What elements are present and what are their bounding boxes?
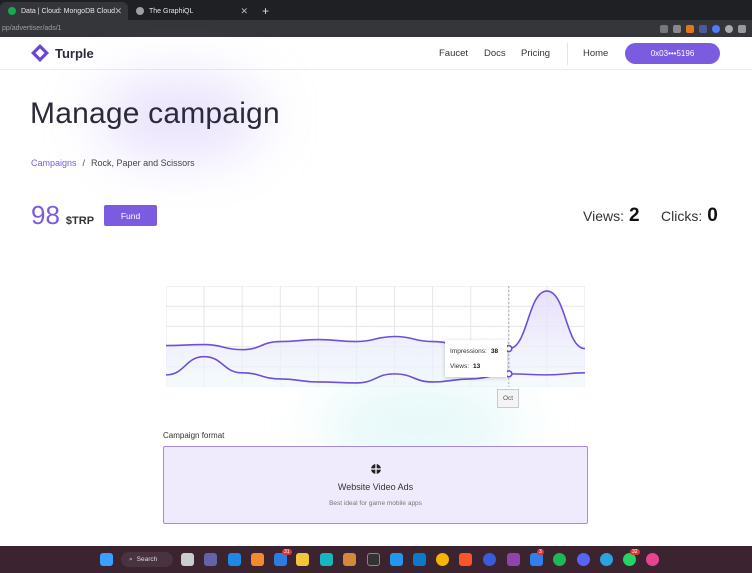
balance-value: 98 [31, 200, 60, 230]
nav-home[interactable]: Home [583, 48, 608, 59]
app-icon[interactable] [483, 553, 496, 566]
turple-logo-icon [31, 44, 49, 62]
wallet-button[interactable]: 0x03•••5196 [625, 43, 720, 64]
video-ad-icon [371, 464, 381, 474]
balance-currency: $TRP [65, 215, 95, 227]
site-header: Turple Faucet Docs Pricing Home 0x03•••5… [0, 37, 752, 70]
extension-icon[interactable] [712, 24, 720, 33]
windows-start-icon[interactable] [100, 553, 113, 566]
format-name: Website Video Ads [337, 482, 414, 492]
extension-icon[interactable] [699, 24, 707, 33]
star-icon[interactable] [673, 24, 681, 33]
vscode-icon[interactable] [413, 553, 426, 566]
docker-icon[interactable] [390, 553, 403, 566]
brave-icon[interactable] [459, 553, 472, 566]
slack-icon[interactable] [646, 553, 659, 566]
nav-docs[interactable]: Docs [484, 48, 506, 59]
store-icon[interactable] [228, 553, 241, 566]
search-icon: ⌕ [129, 555, 133, 563]
clicks-value: 0 [707, 205, 718, 226]
nav-faucet[interactable]: Faucet [439, 48, 468, 59]
x-axis-tooltip-label: Oct [497, 389, 519, 408]
terminal-icon[interactable] [367, 553, 380, 566]
metamask-icon[interactable] [686, 24, 694, 33]
whatsapp-badge: 32 [630, 549, 640, 555]
new-tab-button[interactable]: + [254, 2, 277, 20]
views-value: 2 [628, 205, 640, 226]
url-field[interactable]: pp/advertiser/ads/1 [0, 25, 660, 32]
tooltip-impressions-value: 38 [490, 348, 499, 355]
tab-title: The GraphiQL [149, 7, 194, 15]
breadcrumb: Campaigns / Rock, Paper and Scissors [31, 158, 195, 168]
format-description: Best ideal for game mobile apps [329, 500, 422, 507]
tooltip-impressions-label: Impressions: [450, 348, 487, 355]
mail-badge: 31 [282, 549, 292, 555]
browser-tab-bar: Data | Cloud: MongoDB Cloud ✕ The Graphi… [0, 0, 752, 20]
task-view-icon[interactable] [181, 553, 194, 566]
taskbar-search-label: Search [136, 556, 158, 563]
app-icon[interactable] [507, 553, 520, 566]
tab-title: Data | Cloud: MongoDB Cloud [21, 7, 116, 15]
brand-logo[interactable]: Turple [31, 44, 94, 62]
tooltip-views-value: 13 [473, 363, 481, 370]
breadcrumb-campaigns[interactable]: Campaigns [31, 158, 77, 168]
campaign-chart[interactable] [166, 286, 585, 387]
share-icon[interactable] [660, 24, 668, 33]
app-icon[interactable] [320, 553, 333, 566]
format-card-website-video[interactable]: Website Video Ads Best ideal for game mo… [163, 446, 588, 524]
mongodb-icon [8, 7, 16, 15]
telegram-icon[interactable] [600, 553, 613, 566]
views-label: Views: [583, 208, 624, 224]
campaign-format-label: Campaign format [163, 431, 225, 440]
close-tab-icon[interactable]: ✕ [240, 6, 248, 17]
taskbar-search[interactable]: ⌕ Search [121, 552, 173, 567]
todo-badge: 3 [537, 549, 544, 555]
chart-tooltip: Impressions: 38 Views: 13 [445, 340, 507, 377]
brand-name: Turple [55, 45, 94, 61]
browser-tab-graphiql[interactable]: The GraphiQL ✕ [128, 2, 254, 20]
nav-divider [567, 43, 568, 65]
address-bar: pp/advertiser/ads/1 [0, 20, 752, 37]
breadcrumb-current: Rock, Paper and Scissors [91, 158, 195, 168]
spotify-icon[interactable] [553, 553, 566, 566]
chrome-icon[interactable] [436, 553, 449, 566]
fund-button[interactable]: Fund [104, 205, 157, 226]
file-explorer-icon[interactable] [296, 553, 309, 566]
close-tab-icon[interactable]: ✕ [114, 6, 122, 17]
extensions-area [660, 24, 752, 33]
puzzle-icon[interactable] [738, 24, 746, 33]
teams-icon[interactable] [204, 553, 217, 566]
xampp-icon[interactable] [251, 553, 264, 566]
clicks-label: Clicks: [661, 208, 703, 224]
nav-pricing[interactable]: Pricing [521, 48, 550, 59]
balance: 98 $TRP [31, 200, 94, 231]
discord-icon[interactable] [577, 553, 590, 566]
views-stat: Views: 2 [583, 205, 640, 227]
page-title: Manage campaign [30, 97, 280, 130]
breadcrumb-separator: / [82, 158, 86, 168]
tooltip-views-label: Views: [450, 363, 470, 370]
extension-icon[interactable] [725, 24, 733, 33]
globe-icon [136, 7, 144, 15]
browser-tab-mongodb[interactable]: Data | Cloud: MongoDB Cloud ✕ [0, 2, 128, 20]
package-icon[interactable] [343, 553, 356, 566]
clicks-stat: Clicks: 0 [661, 205, 718, 227]
